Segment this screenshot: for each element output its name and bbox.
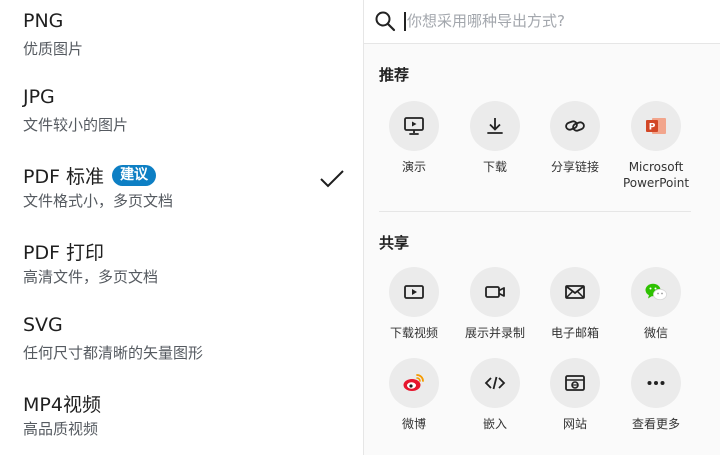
format-option-mp4[interactable]: MP4视频 高品质视频 — [0, 380, 363, 455]
svg-text:P: P — [649, 123, 656, 133]
format-name: PDF 打印 — [23, 242, 105, 264]
present-icon — [404, 117, 424, 135]
text-caret — [404, 12, 406, 31]
format-description: 文件较小的图片 — [23, 116, 129, 134]
tile-label: 微博 — [401, 417, 426, 431]
section-title-share: 共享 — [379, 234, 410, 252]
tile-label: 嵌入 — [482, 417, 507, 431]
mail-icon — [565, 285, 585, 299]
section-divider — [379, 211, 691, 212]
camera-icon — [485, 286, 505, 298]
format-description: 高品质视频 — [23, 420, 99, 438]
tile-website[interactable]: 网站 — [537, 358, 613, 432]
video-play-icon — [404, 285, 424, 299]
format-description: 任何尺寸都清晰的矢量图形 — [23, 344, 204, 362]
recommended-badge: 建议 — [112, 165, 157, 186]
tile-download-video[interactable]: 下载视频 — [376, 267, 452, 341]
format-option-pdf-print[interactable]: PDF 打印 高清文件，多页文档 — [0, 228, 363, 304]
download-icon — [487, 118, 503, 134]
format-name: PDF 标准 — [23, 166, 105, 188]
tile-more[interactable]: 查看更多 — [618, 358, 694, 432]
tile-label: 查看更多 — [631, 417, 680, 431]
format-name: PNG — [23, 10, 64, 32]
link-icon — [565, 120, 585, 132]
format-description: 优质图片 — [23, 40, 84, 58]
format-option-jpg[interactable]: JPG 文件较小的图片 — [0, 76, 363, 152]
format-option-png[interactable]: PNG 优质图片 — [0, 0, 363, 76]
tile-label: 下载 — [482, 160, 507, 174]
export-panel: 推荐 演示 下载 分享链接 — [364, 0, 720, 455]
format-name: SVG — [23, 314, 63, 336]
more-icon — [647, 381, 665, 385]
tile-label: 网站 — [562, 417, 587, 431]
search-input[interactable] — [407, 8, 707, 34]
wechat-icon — [645, 283, 667, 301]
tile-share-link[interactable]: 分享链接 — [537, 101, 613, 175]
tile-present-record[interactable]: 展示并录制 — [457, 267, 533, 341]
format-option-pdf-standard[interactable]: PDF 标准 建议 文件格式小，多页文档 — [0, 152, 363, 228]
tile-label: 电子邮箱 — [550, 326, 599, 340]
tile-email[interactable]: 电子邮箱 — [537, 267, 613, 341]
tile-embed[interactable]: 嵌入 — [457, 358, 533, 432]
tile-label: 分享链接 — [550, 160, 599, 174]
search-bar — [364, 0, 720, 44]
search-icon — [375, 11, 396, 32]
format-option-svg[interactable]: SVG 任何尺寸都清晰的矢量图形 — [0, 304, 363, 380]
tile-wechat[interactable]: 微信 — [618, 267, 694, 341]
embed-code-icon — [484, 376, 506, 390]
format-list: PNG 优质图片 JPG 文件较小的图片 PDF 标准 建议 文件格式小，多页文… — [0, 0, 363, 455]
tile-label: 演示 — [401, 160, 426, 174]
checkmark-icon — [320, 170, 344, 188]
website-icon — [565, 375, 585, 391]
tile-label: 下载视频 — [389, 326, 438, 340]
weibo-icon — [403, 374, 424, 391]
format-name: JPG — [23, 86, 55, 108]
section-title-recommend: 推荐 — [379, 66, 410, 84]
tile-download[interactable]: 下载 — [457, 101, 533, 175]
tile-label: 展示并录制 — [464, 326, 525, 340]
format-description: 文件格式小，多页文档 — [23, 192, 174, 210]
format-description: 高清文件，多页文档 — [23, 268, 159, 286]
tile-weibo[interactable]: 微博 — [376, 358, 452, 432]
format-name: MP4视频 — [23, 394, 101, 416]
tile-label: 微信 — [643, 326, 668, 340]
tile-powerpoint[interactable]: P Microsoft PowerPoint — [618, 101, 694, 191]
powerpoint-icon: P — [646, 118, 666, 134]
tile-label: Microsoft PowerPoint — [622, 160, 690, 190]
tile-present[interactable]: 演示 — [376, 101, 452, 175]
